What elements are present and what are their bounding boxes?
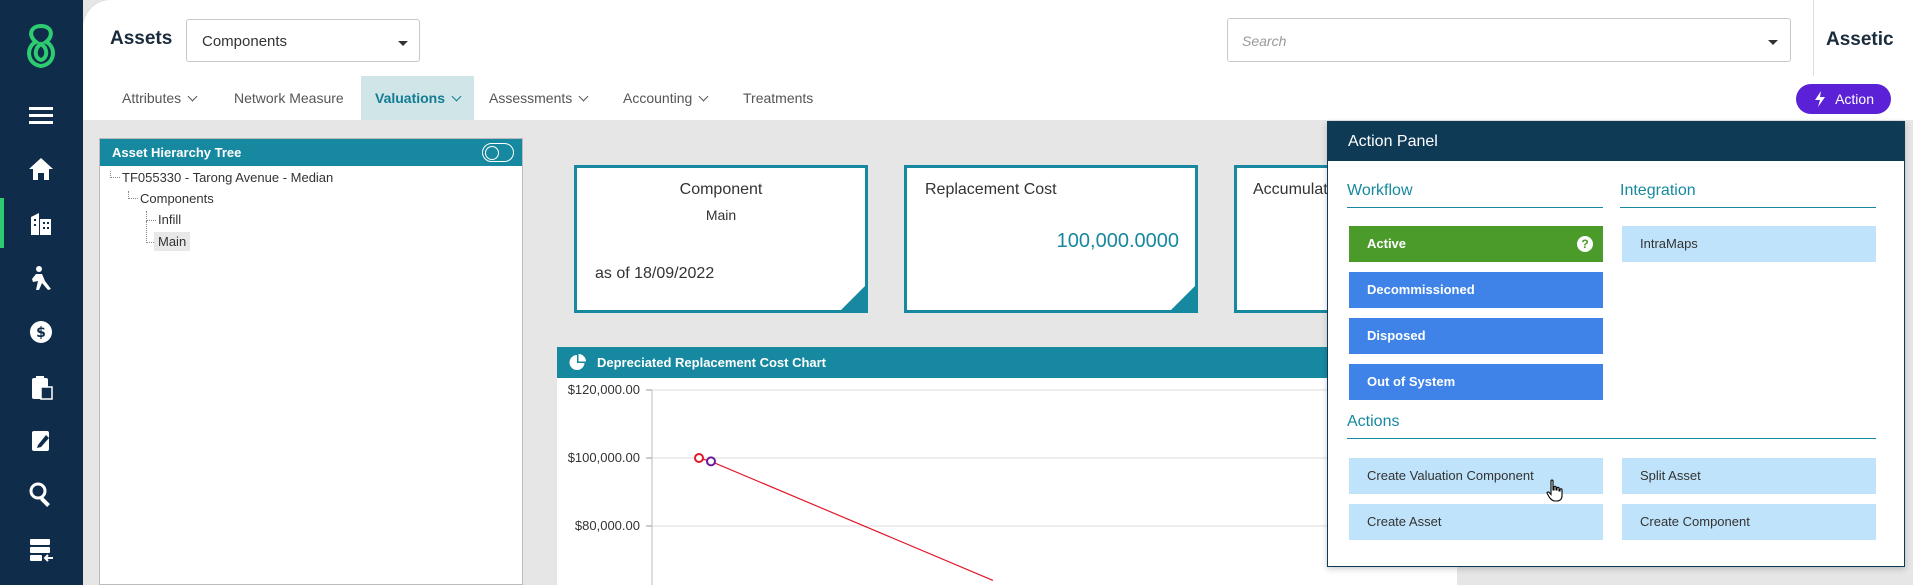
workflow-heading: Workflow (1347, 182, 1413, 199)
category-select[interactable]: Components (186, 19, 420, 62)
split-asset-button[interactable]: Split Asset (1622, 458, 1876, 494)
chart-plot: $120,000.00 $100,000.00 $80,000.00 (568, 382, 1457, 585)
chevron-down-icon (578, 91, 589, 102)
divider (1813, 0, 1814, 76)
side-nav: $ (0, 0, 83, 585)
action-panel: Action Panel Workflow Integration Active… (1327, 121, 1905, 567)
search-input[interactable]: Search (1227, 18, 1791, 62)
tree-connector (146, 211, 156, 221)
action-button-label: Action (1835, 91, 1874, 107)
tree-node-infill[interactable]: Infill (158, 212, 181, 227)
chevron-down-icon (1768, 40, 1778, 45)
tab-label: Assessments (489, 90, 573, 106)
y-tick-label: $100,000.00 (568, 450, 640, 465)
tree-node-main[interactable]: Main (154, 232, 191, 251)
hand-cursor-icon (1546, 479, 1563, 502)
tab-assessments[interactable]: Assessments (485, 76, 591, 120)
page-title: Assets (110, 28, 173, 49)
card-title: Component (679, 181, 763, 198)
y-tick-label: $80,000.00 (575, 518, 640, 533)
logo-icon[interactable] (20, 22, 62, 70)
create-valuation-component-button[interactable]: Create Valuation Component (1349, 458, 1603, 494)
workflow-out-of-system-button[interactable]: Out of System (1349, 364, 1603, 400)
button-label: Active (1367, 236, 1407, 251)
clipboard-calc-icon[interactable] (24, 370, 58, 404)
tab-network-measure[interactable]: Network Measure (230, 76, 348, 120)
card-corner (1171, 286, 1195, 310)
pie-chart-icon (569, 354, 586, 370)
search-placeholder: Search (1242, 33, 1287, 49)
tree-node-components[interactable]: Components (140, 191, 214, 206)
database-icon[interactable] (24, 532, 58, 566)
actions-heading: Actions (1347, 413, 1400, 430)
replacement-cost-card[interactable]: Replacement Cost 100,000.0000 (904, 165, 1198, 313)
tab-bar: Attributes Network Measure Valuations As… (83, 76, 1913, 120)
chart-title: Depreciated Replacement Cost Chart (597, 355, 827, 370)
divider (1347, 207, 1603, 208)
toggle-icon[interactable] (482, 143, 514, 162)
tab-label: Network Measure (234, 90, 344, 106)
home-icon[interactable] (24, 152, 58, 186)
tree-connector (128, 191, 138, 199)
workflow-disposed-button[interactable]: Disposed (1349, 318, 1603, 354)
chart-header: Depreciated Replacement Cost Chart (557, 347, 1457, 378)
data-point (694, 453, 704, 463)
workflow-decommissioned-button[interactable]: Decommissioned (1349, 272, 1603, 308)
drc-chart-panel: Depreciated Replacement Cost Chart $120,… (557, 347, 1457, 585)
workflow-active-button[interactable]: Active ? (1349, 226, 1603, 262)
card-value: 100,000.0000 (1056, 230, 1179, 252)
card-subtitle: Main (705, 207, 737, 223)
svg-text:$: $ (36, 325, 46, 341)
card-title: Accumulat (1253, 181, 1328, 198)
integration-heading: Integration (1620, 182, 1696, 199)
tab-label: Accounting (623, 90, 693, 106)
tree-header: Asset Hierarchy Tree (100, 139, 522, 166)
menu-icon[interactable] (24, 98, 58, 132)
integration-intramaps-button[interactable]: IntraMaps (1622, 226, 1876, 262)
create-component-button[interactable]: Create Component (1622, 504, 1876, 540)
active-indicator (0, 198, 4, 248)
category-select-value: Components (202, 33, 288, 50)
tab-treatments[interactable]: Treatments (739, 76, 817, 120)
action-button[interactable]: Action (1796, 84, 1891, 114)
chevron-down-icon (451, 91, 462, 102)
tab-attributes[interactable]: Attributes (118, 76, 200, 120)
action-panel-title: Action Panel (1328, 122, 1904, 161)
card-date: as of 18/09/2022 (595, 265, 715, 282)
worker-icon[interactable] (24, 261, 58, 295)
divider (1620, 207, 1876, 208)
component-card[interactable]: Component Main as of 18/09/2022 (574, 165, 868, 313)
tab-accounting[interactable]: Accounting (619, 76, 711, 120)
tab-label: Treatments (743, 90, 814, 106)
edit-icon[interactable] (24, 423, 58, 457)
chevron-down-icon (398, 41, 408, 46)
y-tick-label: $120,000.00 (568, 382, 640, 397)
series-line (698, 457, 994, 581)
card-title: Replacement Cost (925, 181, 1057, 198)
search-icon[interactable] (24, 477, 58, 511)
tab-valuations[interactable]: Valuations (361, 76, 475, 120)
brand-name: Assetic (1826, 29, 1894, 50)
lightning-icon (1815, 91, 1825, 107)
tree-node-asset[interactable]: TF055330 - Tarong Avenue - Median (122, 170, 333, 185)
chevron-down-icon (187, 91, 198, 102)
tree-connector (110, 171, 120, 178)
tab-label: Attributes (122, 90, 182, 106)
top-header: Assets Components Search Assetic (83, 0, 1913, 76)
asset-hierarchy-tree: Asset Hierarchy Tree TF055330 - Tarong A… (99, 138, 523, 585)
money-icon[interactable]: $ (24, 315, 58, 349)
divider (1347, 438, 1876, 439)
data-point (706, 456, 716, 467)
tree-title: Asset Hierarchy Tree (112, 145, 242, 160)
help-icon[interactable]: ? (1577, 236, 1593, 252)
building-icon[interactable] (24, 206, 58, 240)
card-corner (841, 286, 865, 310)
chevron-down-icon (698, 91, 709, 102)
tab-label: Valuations (375, 90, 446, 106)
create-asset-button[interactable]: Create Asset (1349, 504, 1603, 540)
